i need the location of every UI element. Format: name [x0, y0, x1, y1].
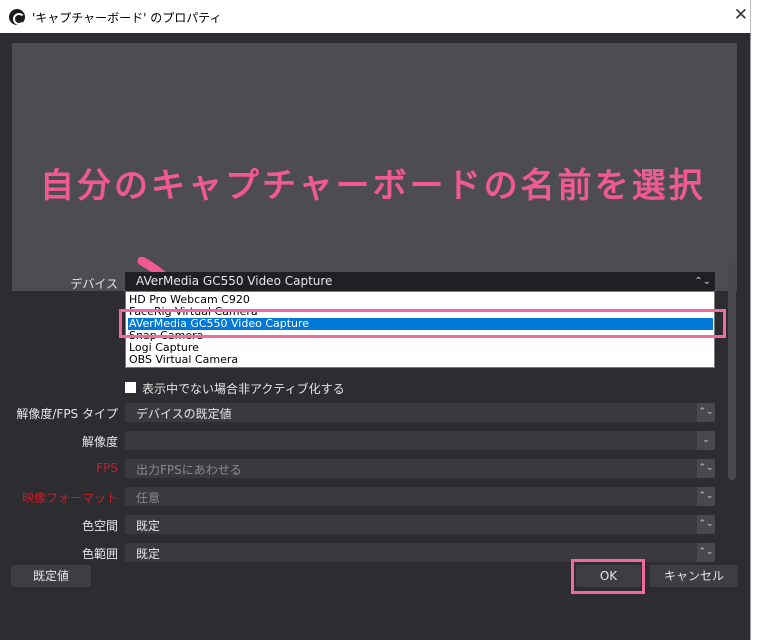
video-format-select[interactable]: 任意 ⌃⌄ — [125, 487, 715, 506]
cancel-button[interactable]: キャンセル — [650, 565, 738, 587]
video-format-label: 映像フォーマット — [21, 491, 118, 505]
device-select[interactable]: AVerMedia GC550 Video Capture ⌃⌄ — [125, 272, 715, 291]
color-space-label: 色空間 — [81, 519, 118, 533]
color-range-value: 既定 — [136, 547, 161, 561]
resolution-label: 解像度 — [81, 435, 118, 449]
resolution-fps-type-select[interactable]: デバイスの既定値 ⌃⌄ — [125, 403, 715, 422]
color-space-select[interactable]: 既定 ⌃⌄ — [125, 515, 715, 534]
title-bar: 'キャプチャーボード' のプロパティ ✕ — [0, 0, 758, 33]
close-icon[interactable]: ✕ — [734, 5, 748, 25]
window-title: 'キャプチャーボード' のプロパティ — [32, 11, 222, 25]
color-range-label: 色範囲 — [81, 547, 118, 561]
deactivate-checkbox[interactable] — [125, 382, 136, 393]
ok-highlight-box — [571, 559, 645, 594]
chevron-updown-icon: ⌃⌄ — [694, 276, 711, 287]
fps-select[interactable]: 出力FPSにあわせる ⌃⌄ — [125, 459, 715, 478]
resolution-fps-type-label: 解像度/FPS タイプ — [16, 407, 118, 421]
fps-value: 出力FPSにあわせる — [136, 463, 242, 477]
chevron-updown-icon: ⌃⌄ — [697, 459, 715, 478]
color-space-value: 既定 — [136, 519, 161, 533]
device-label: デバイス — [70, 277, 118, 291]
video-format-value: 任意 — [136, 491, 161, 505]
obs-logo-icon — [9, 9, 25, 25]
chevron-updown-icon: ⌃⌄ — [697, 487, 715, 506]
dropdown-option[interactable]: OBS Virtual Camera — [128, 354, 713, 366]
fps-label: FPS — [96, 461, 118, 475]
device-select-value: AVerMedia GC550 Video Capture — [136, 274, 333, 288]
background-strip — [750, 33, 758, 640]
deactivate-checkbox-label: 表示中でない場合非アクティブ化する — [142, 382, 345, 396]
defaults-button[interactable]: 既定値 — [11, 565, 91, 587]
selection-highlight-box — [119, 309, 726, 338]
resolution-fps-type-value: デバイスの既定値 — [136, 407, 232, 421]
chevron-updown-icon: ⌃⌄ — [697, 543, 715, 562]
window-edge — [750, 0, 758, 33]
chevron-updown-icon: ⌃⌄ — [697, 515, 715, 534]
chevron-updown-icon: ⌃⌄ — [697, 403, 715, 422]
scrollbar[interactable] — [728, 262, 736, 480]
chevron-down-icon: ⌄ — [697, 431, 715, 450]
annotation-text: 自分のキャプチャーボードの名前を選択 — [40, 166, 706, 206]
resolution-select[interactable]: ⌄ — [125, 431, 715, 450]
